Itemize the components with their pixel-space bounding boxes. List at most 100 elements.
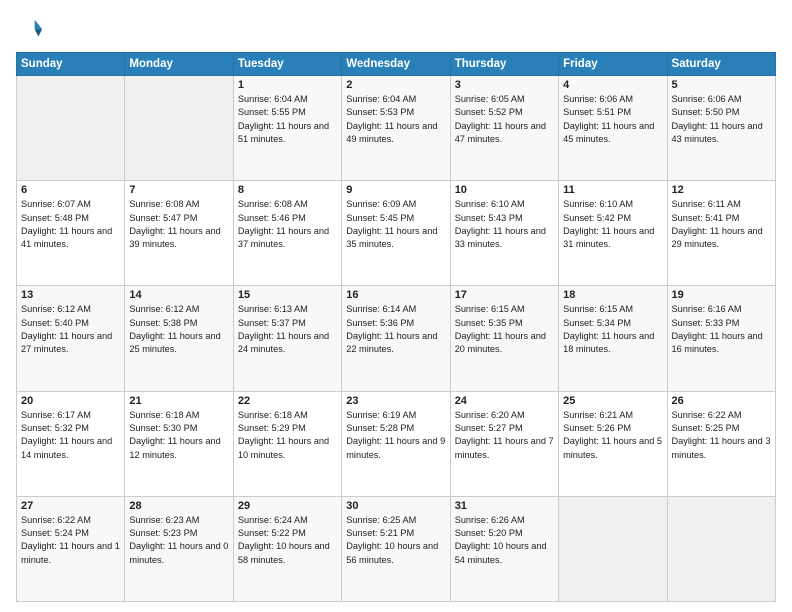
- day-cell: 8Sunrise: 6:08 AM Sunset: 5:46 PM Daylig…: [233, 181, 341, 286]
- page: SundayMondayTuesdayWednesdayThursdayFrid…: [0, 0, 792, 612]
- day-info: Sunrise: 6:20 AM Sunset: 5:27 PM Dayligh…: [455, 409, 554, 462]
- day-cell: 6 Sunrise: 6:07 AM Sunset: 5:48 PM Daylig…: [17, 181, 125, 286]
- day-cell: 1Sunrise: 6:04 AM Sunset: 5:55 PM Daylig…: [233, 76, 341, 181]
- day-number: 5: [672, 79, 771, 91]
- day-cell: 20 Sunrise: 6:17 AM Sunset: 5:32 PM Dayli…: [17, 391, 125, 496]
- day-info: Sunrise: 6:26 AM Sunset: 5:20 PM Dayligh…: [455, 514, 554, 567]
- day-info: Sunrise: 6:07 AM Sunset: 5:48 PM Dayligh…: [21, 198, 120, 251]
- day-cell: 19 Sunrise: 6:16 AM Sunset: 5:33 PM Dayli…: [667, 286, 775, 391]
- day-cell: 11Sunrise: 6:10 AM Sunset: 5:42 PM Dayli…: [559, 181, 667, 286]
- day-number: 12: [672, 184, 771, 196]
- day-cell: 25 Sunrise: 6:21 AM Sunset: 5:26 PM Dayli…: [559, 391, 667, 496]
- day-info: Sunrise: 6:12 AM Sunset: 5:40 PM Dayligh…: [21, 303, 120, 356]
- day-info: Sunrise: 6:06 AM Sunset: 5:50 PM Dayligh…: [672, 93, 771, 146]
- day-cell: [667, 496, 775, 601]
- day-number: 27: [21, 500, 120, 512]
- day-number: 19: [672, 289, 771, 301]
- day-info: Sunrise: 6:04 AM Sunset: 5:53 PM Dayligh…: [346, 93, 445, 146]
- day-info: Sunrise: 6:10 AM Sunset: 5:43 PM Dayligh…: [455, 198, 554, 251]
- day-number: 23: [346, 395, 445, 407]
- day-info: Sunrise: 6:04 AM Sunset: 5:55 PM Dayligh…: [238, 93, 337, 146]
- weekday-header-row: SundayMondayTuesdayWednesdayThursdayFrid…: [17, 53, 776, 76]
- day-number: 22: [238, 395, 337, 407]
- day-cell: 16 Sunrise: 6:14 AM Sunset: 5:36 PM Dayli…: [342, 286, 450, 391]
- day-info: Sunrise: 6:21 AM Sunset: 5:26 PM Dayligh…: [563, 409, 662, 462]
- day-cell: 27 Sunrise: 6:22 AM Sunset: 5:24 PM Dayli…: [17, 496, 125, 601]
- day-info: Sunrise: 6:15 AM Sunset: 5:34 PM Dayligh…: [563, 303, 662, 356]
- day-number: 28: [129, 500, 228, 512]
- day-info: Sunrise: 6:06 AM Sunset: 5:51 PM Dayligh…: [563, 93, 662, 146]
- day-number: 10: [455, 184, 554, 196]
- day-number: 3: [455, 79, 554, 91]
- day-number: 2: [346, 79, 445, 91]
- day-info: Sunrise: 6:16 AM Sunset: 5:33 PM Dayligh…: [672, 303, 771, 356]
- weekday-header-tuesday: Tuesday: [233, 53, 341, 76]
- day-cell: 21Sunrise: 6:18 AM Sunset: 5:30 PM Dayli…: [125, 391, 233, 496]
- day-cell: 10 Sunrise: 6:10 AM Sunset: 5:43 PM Dayli…: [450, 181, 558, 286]
- day-cell: 17Sunrise: 6:15 AM Sunset: 5:35 PM Dayli…: [450, 286, 558, 391]
- day-info: Sunrise: 6:08 AM Sunset: 5:47 PM Dayligh…: [129, 198, 228, 251]
- day-number: 15: [238, 289, 337, 301]
- day-number: 24: [455, 395, 554, 407]
- weekday-header-saturday: Saturday: [667, 53, 775, 76]
- day-number: 13: [21, 289, 120, 301]
- weekday-header-thursday: Thursday: [450, 53, 558, 76]
- day-number: 31: [455, 500, 554, 512]
- day-info: Sunrise: 6:11 AM Sunset: 5:41 PM Dayligh…: [672, 198, 771, 251]
- day-cell: 31 Sunrise: 6:26 AM Sunset: 5:20 PM Dayli…: [450, 496, 558, 601]
- day-number: 16: [346, 289, 445, 301]
- weekday-header-sunday: Sunday: [17, 53, 125, 76]
- day-info: Sunrise: 6:12 AM Sunset: 5:38 PM Dayligh…: [129, 303, 228, 356]
- day-cell: [559, 496, 667, 601]
- day-info: Sunrise: 6:14 AM Sunset: 5:36 PM Dayligh…: [346, 303, 445, 356]
- logo-icon: [16, 16, 44, 44]
- day-cell: 28 Sunrise: 6:23 AM Sunset: 5:23 PM Dayli…: [125, 496, 233, 601]
- day-number: 30: [346, 500, 445, 512]
- calendar-header: SundayMondayTuesdayWednesdayThursdayFrid…: [17, 53, 776, 76]
- day-info: Sunrise: 6:09 AM Sunset: 5:45 PM Dayligh…: [346, 198, 445, 251]
- day-info: Sunrise: 6:22 AM Sunset: 5:25 PM Dayligh…: [672, 409, 771, 462]
- day-cell: 23 Sunrise: 6:19 AM Sunset: 5:28 PM Dayli…: [342, 391, 450, 496]
- day-info: Sunrise: 6:19 AM Sunset: 5:28 PM Dayligh…: [346, 409, 445, 462]
- day-info: Sunrise: 6:13 AM Sunset: 5:37 PM Dayligh…: [238, 303, 337, 356]
- day-cell: 22 Sunrise: 6:18 AM Sunset: 5:29 PM Dayli…: [233, 391, 341, 496]
- weekday-header-friday: Friday: [559, 53, 667, 76]
- day-cell: [125, 76, 233, 181]
- day-info: Sunrise: 6:17 AM Sunset: 5:32 PM Dayligh…: [21, 409, 120, 462]
- day-number: 26: [672, 395, 771, 407]
- day-info: Sunrise: 6:25 AM Sunset: 5:21 PM Dayligh…: [346, 514, 445, 567]
- day-number: 7: [129, 184, 228, 196]
- header: [16, 12, 776, 44]
- week-row-4: 20 Sunrise: 6:17 AM Sunset: 5:32 PM Dayli…: [17, 391, 776, 496]
- day-info: Sunrise: 6:23 AM Sunset: 5:23 PM Dayligh…: [129, 514, 228, 567]
- day-info: Sunrise: 6:22 AM Sunset: 5:24 PM Dayligh…: [21, 514, 120, 567]
- day-number: 20: [21, 395, 120, 407]
- day-info: Sunrise: 6:18 AM Sunset: 5:29 PM Dayligh…: [238, 409, 337, 462]
- day-cell: 3 Sunrise: 6:05 AM Sunset: 5:52 PM Daylig…: [450, 76, 558, 181]
- day-number: 17: [455, 289, 554, 301]
- day-number: 6: [21, 184, 120, 196]
- day-number: 18: [563, 289, 662, 301]
- week-row-5: 27 Sunrise: 6:22 AM Sunset: 5:24 PM Dayli…: [17, 496, 776, 601]
- calendar-table: SundayMondayTuesdayWednesdayThursdayFrid…: [16, 52, 776, 602]
- day-number: 25: [563, 395, 662, 407]
- weekday-header-monday: Monday: [125, 53, 233, 76]
- day-cell: 7 Sunrise: 6:08 AM Sunset: 5:47 PM Daylig…: [125, 181, 233, 286]
- day-cell: 4Sunrise: 6:06 AM Sunset: 5:51 PM Daylig…: [559, 76, 667, 181]
- day-info: Sunrise: 6:05 AM Sunset: 5:52 PM Dayligh…: [455, 93, 554, 146]
- day-info: Sunrise: 6:18 AM Sunset: 5:30 PM Dayligh…: [129, 409, 228, 462]
- weekday-header-wednesday: Wednesday: [342, 53, 450, 76]
- day-cell: 26 Sunrise: 6:22 AM Sunset: 5:25 PM Dayli…: [667, 391, 775, 496]
- day-number: 11: [563, 184, 662, 196]
- day-cell: 12 Sunrise: 6:11 AM Sunset: 5:41 PM Dayli…: [667, 181, 775, 286]
- day-cell: 14 Sunrise: 6:12 AM Sunset: 5:38 PM Dayli…: [125, 286, 233, 391]
- day-info: Sunrise: 6:24 AM Sunset: 5:22 PM Dayligh…: [238, 514, 337, 567]
- day-cell: 18 Sunrise: 6:15 AM Sunset: 5:34 PM Dayli…: [559, 286, 667, 391]
- day-cell: 15 Sunrise: 6:13 AM Sunset: 5:37 PM Dayli…: [233, 286, 341, 391]
- week-row-3: 13 Sunrise: 6:12 AM Sunset: 5:40 PM Dayli…: [17, 286, 776, 391]
- day-number: 29: [238, 500, 337, 512]
- day-cell: 5 Sunrise: 6:06 AM Sunset: 5:50 PM Daylig…: [667, 76, 775, 181]
- day-number: 14: [129, 289, 228, 301]
- week-row-1: 1Sunrise: 6:04 AM Sunset: 5:55 PM Daylig…: [17, 76, 776, 181]
- day-cell: 29 Sunrise: 6:24 AM Sunset: 5:22 PM Dayli…: [233, 496, 341, 601]
